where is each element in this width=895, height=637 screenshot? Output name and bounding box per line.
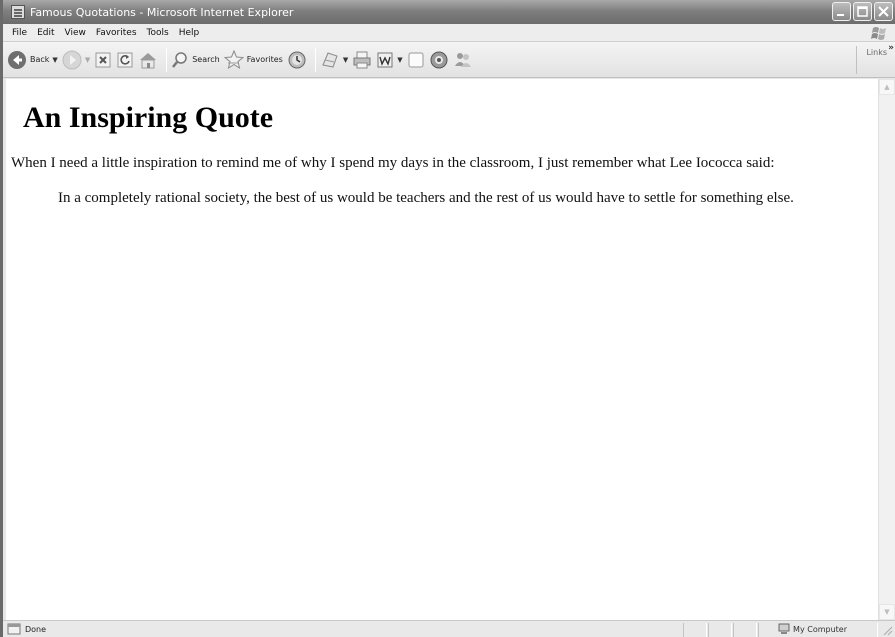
- back-arrow-icon: [8, 50, 26, 69]
- links-label[interactable]: Links: [866, 48, 887, 57]
- status-bar: Done My Computer: [3, 620, 895, 637]
- links-chevron-icon[interactable]: »: [888, 43, 894, 53]
- menu-view[interactable]: View: [60, 28, 91, 38]
- back-label: Back: [30, 55, 50, 64]
- menu-help[interactable]: Help: [174, 28, 205, 38]
- toolbar-separator: [166, 47, 168, 72]
- research-icon: [430, 51, 448, 68]
- window-controls: [832, 2, 893, 21]
- page-content: An Inspiring Quote When I need a little …: [6, 79, 878, 620]
- messenger-button[interactable]: [453, 47, 473, 73]
- menu-tools[interactable]: Tools: [142, 28, 174, 38]
- close-icon: [878, 6, 889, 17]
- search-label: Search: [192, 55, 220, 64]
- maximize-button[interactable]: [853, 2, 872, 21]
- status-pane: [708, 623, 732, 637]
- favorites-label: Favorites: [246, 55, 283, 64]
- print-button[interactable]: [352, 47, 372, 73]
- back-button[interactable]: Back ▼: [7, 47, 58, 73]
- forward-dropdown-icon[interactable]: ▼: [85, 56, 90, 64]
- standard-toolbar: Back ▼ ▼ Search Favorites ▼ ▼ Links »: [3, 42, 895, 78]
- status-pane: [683, 623, 707, 637]
- scroll-up-arrow-icon: ▲: [884, 83, 890, 91]
- discuss-button[interactable]: [407, 47, 425, 73]
- scroll-down-arrow-icon: ▼: [884, 608, 890, 616]
- mail-icon: [322, 51, 338, 68]
- links-separator: [856, 46, 857, 74]
- my-computer-icon: [778, 623, 790, 634]
- scroll-down-button[interactable]: ▼: [879, 604, 895, 620]
- minimize-icon: [837, 14, 844, 16]
- menu-bar: File Edit View Favorites Tools Help: [3, 24, 895, 42]
- home-icon: [140, 52, 157, 68]
- toolbar-separator: [314, 47, 316, 72]
- menu-file[interactable]: File: [7, 28, 32, 38]
- menu-favorites[interactable]: Favorites: [91, 28, 142, 38]
- search-icon: [172, 51, 187, 68]
- vertical-scrollbar[interactable]: ▲ ▼: [878, 79, 895, 620]
- maximize-icon: [857, 6, 868, 17]
- security-zone[interactable]: My Computer: [778, 623, 847, 635]
- refresh-icon: [117, 52, 133, 67]
- history-icon: [288, 51, 306, 68]
- refresh-button[interactable]: [116, 47, 134, 73]
- page-done-icon: [7, 623, 21, 635]
- zone-label: My Computer: [793, 624, 847, 634]
- favorites-button[interactable]: Favorites: [223, 47, 283, 73]
- browser-window: Famous Quotations - Microsoft Internet E…: [0, 0, 895, 637]
- edit-button[interactable]: ▼: [376, 47, 403, 73]
- scroll-up-button[interactable]: ▲: [879, 79, 895, 95]
- intro-paragraph: When I need a little inspiration to remi…: [11, 155, 775, 171]
- print-icon: [353, 51, 371, 68]
- ie-page-icon: [11, 5, 25, 19]
- stop-icon: [95, 52, 111, 67]
- mail-dropdown-icon[interactable]: ▼: [343, 56, 348, 64]
- title-bar[interactable]: Famous Quotations - Microsoft Internet E…: [3, 0, 895, 24]
- edit-dropdown-icon[interactable]: ▼: [397, 56, 402, 64]
- word-edit-icon: [377, 52, 393, 67]
- messenger-icon: [454, 52, 471, 67]
- home-button[interactable]: [138, 47, 158, 73]
- forward-arrow-icon: [62, 50, 82, 69]
- status-pane: [733, 623, 757, 637]
- search-button[interactable]: Search: [171, 47, 220, 73]
- page-heading: An Inspiring Quote: [23, 101, 274, 134]
- back-dropdown-icon[interactable]: ▼: [52, 56, 57, 64]
- favorites-star-icon: [223, 49, 244, 69]
- stop-button[interactable]: [94, 47, 112, 73]
- close-button[interactable]: [874, 2, 893, 21]
- mail-button[interactable]: ▼: [320, 47, 348, 73]
- resize-grip-icon[interactable]: [881, 624, 893, 636]
- forward-button[interactable]: ▼: [62, 47, 90, 73]
- menu-edit[interactable]: Edit: [32, 28, 59, 38]
- minimize-button[interactable]: [832, 2, 851, 21]
- history-button[interactable]: [287, 47, 307, 73]
- window-title: Famous Quotations - Microsoft Internet E…: [30, 5, 294, 19]
- blank-page-icon: [408, 52, 424, 67]
- quote-block: In a completely rational society, the be…: [58, 190, 794, 206]
- windows-flag-icon: [871, 27, 886, 40]
- status-text: Done: [25, 624, 47, 634]
- research-button[interactable]: [429, 47, 449, 73]
